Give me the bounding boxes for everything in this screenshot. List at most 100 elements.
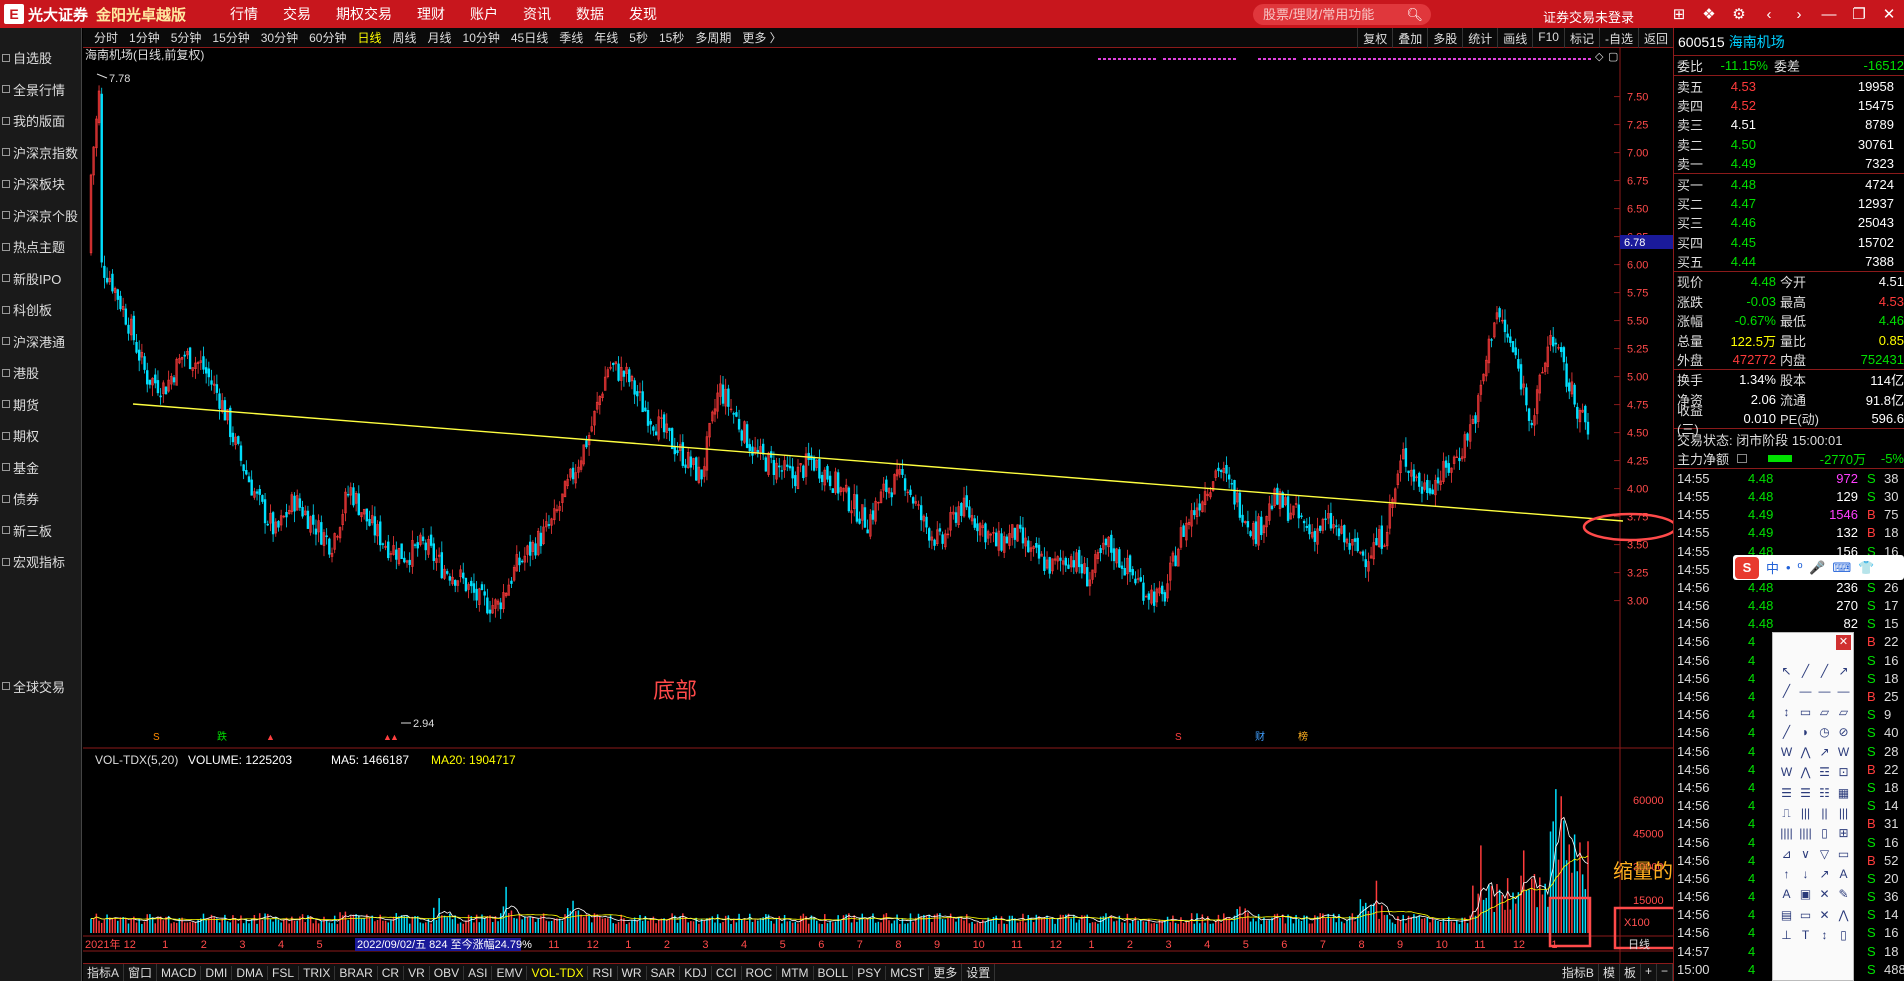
indicator-tab[interactable]: MACD — [157, 965, 202, 980]
indicator-tab[interactable]: PSY — [853, 965, 887, 980]
nav-item-watchlist[interactable]: 自选股 — [0, 42, 81, 74]
drawing-tool-icon[interactable]: ▯ — [1815, 823, 1834, 843]
ime-voice-icon[interactable]: 🎤 — [1809, 560, 1825, 576]
indicator-right-tab[interactable]: 板 — [1620, 964, 1641, 981]
drawing-tool-icon[interactable]: ⊿ — [1777, 844, 1796, 864]
tool-remove-watch-button[interactable]: -自选 — [1598, 28, 1638, 48]
indicator-right-tab[interactable]: − — [1657, 964, 1673, 981]
nav-item-panorama[interactable]: 全景行情 — [0, 74, 81, 106]
menu-wealth[interactable]: 理财 — [417, 4, 445, 24]
drawing-tool-icon[interactable]: ∨ — [1796, 844, 1815, 864]
drawing-tool-icon[interactable]: ▽ — [1815, 844, 1834, 864]
nav-item-global[interactable]: 全球交易 — [0, 671, 81, 703]
drawing-tool-icon[interactable]: || — [1815, 803, 1834, 823]
login-status[interactable]: 证券交易未登录 — [1543, 7, 1634, 26]
gear-icon[interactable]: ⚙ — [1724, 5, 1754, 23]
menu-options-trade[interactable]: 期权交易 — [336, 4, 392, 24]
indicator-tab[interactable]: MTM — [777, 965, 814, 980]
drawing-tool-icon[interactable]: ⋀ — [1796, 762, 1815, 782]
drawing-tool-icon[interactable]: ↕ — [1777, 702, 1796, 722]
drawing-tool-icon[interactable]: ▱ — [1815, 702, 1834, 722]
grid-icon[interactable]: ⊞ — [1664, 5, 1694, 23]
indicator-tab[interactable]: 窗口 — [124, 964, 158, 981]
drawing-tool-icon[interactable]: ☰ — [1777, 783, 1796, 803]
drawing-tool-icon[interactable]: ⊘ — [1834, 722, 1853, 742]
drawing-tool-icon[interactable]: ◗ — [1796, 722, 1815, 742]
drawing-tool-icon[interactable]: W — [1777, 742, 1796, 762]
drawing-tool-icon[interactable]: ||| — [1796, 803, 1815, 823]
order-level-row[interactable]: 买五 4.44 7388 — [1674, 252, 1904, 271]
ime-toolbar[interactable]: S 中 • º 🎤 ⌨ 👕 — [1733, 555, 1904, 580]
menu-data[interactable]: 数据 — [576, 4, 604, 24]
menu-discover[interactable]: 发现 — [629, 4, 657, 24]
period-tab[interactable]: 15分钟 — [212, 29, 249, 46]
order-level-row[interactable]: 买一 4.48 4724 — [1674, 174, 1904, 193]
indicator-right-tab[interactable]: 指标B — [1558, 964, 1599, 981]
indicator-tab[interactable]: SAR — [647, 965, 681, 980]
nav-item-sectors[interactable]: 沪深板块 — [0, 168, 81, 200]
drawing-tool-icon[interactable]: ✎ — [1834, 884, 1853, 904]
drawing-tool-icon[interactable]: ▱ — [1834, 702, 1853, 722]
order-level-row[interactable]: 买三 4.46 25043 — [1674, 213, 1904, 232]
period-tab[interactable]: 15秒 — [659, 29, 684, 46]
indicator-tab[interactable]: OBV — [430, 965, 465, 980]
kline-chart[interactable]: 海南机场(日线,前复权) 7.507.257.006.756.506.256.0… — [83, 47, 1689, 963]
drawing-tool-icon[interactable]: ↓ — [1796, 864, 1815, 884]
period-tab[interactable]: 30分钟 — [261, 29, 298, 46]
tool-stats-button[interactable]: 统计 — [1462, 28, 1497, 48]
indicator-tab[interactable]: 更多 — [929, 964, 963, 981]
ime-keyboard-icon[interactable]: ⌨ — [1833, 560, 1852, 576]
period-tab[interactable]: 季线 — [559, 29, 583, 46]
ime-punct-icon[interactable]: • — [1786, 560, 1791, 575]
nav-item-macro[interactable]: 宏观指标 — [0, 546, 81, 578]
period-tab[interactable]: 周线 — [392, 29, 416, 46]
drawing-tool-icon[interactable]: ☰ — [1796, 783, 1815, 803]
drawing-tool-icon[interactable]: ▦ — [1834, 783, 1853, 803]
ime-symbol-icon[interactable]: º — [1798, 560, 1803, 575]
nav-item-connect[interactable]: 沪深港通 — [0, 326, 81, 358]
indicator-tab[interactable]: RSI — [588, 965, 618, 980]
drawing-tool-icon[interactable]: ▤ — [1777, 905, 1796, 925]
close-icon[interactable]: ✕ — [1836, 635, 1851, 650]
drawing-tool-icon[interactable]: |||| — [1796, 823, 1815, 843]
drawing-tool-icon[interactable]: ☷ — [1815, 783, 1834, 803]
indicator-tab[interactable]: FSL — [268, 965, 300, 980]
search-input[interactable]: 股票/理财/常用功能 🔍︎ — [1253, 4, 1431, 25]
drawing-tool-icon[interactable]: ╱ — [1777, 681, 1796, 701]
indicator-right-tab[interactable]: 模 — [1599, 964, 1620, 981]
drawing-tool-icon[interactable]: A — [1777, 884, 1796, 904]
order-level-row[interactable]: 卖三 4.51 8789 — [1674, 115, 1904, 134]
order-level-row[interactable]: 买二 4.47 12937 — [1674, 194, 1904, 213]
drawing-tool-icon[interactable]: ⊥ — [1777, 925, 1796, 945]
drawing-tool-icon[interactable]: ▯ — [1834, 925, 1853, 945]
indicator-tab[interactable]: 指标A — [83, 964, 125, 981]
drawing-tool-icon[interactable]: ✕ — [1815, 905, 1834, 925]
nav-item-funds[interactable]: 基金 — [0, 452, 81, 484]
nav-item-hot-topics[interactable]: 热点主题 — [0, 231, 81, 263]
tool-draw-button[interactable]: 画线 — [1497, 28, 1532, 48]
drawing-tool-icon[interactable]: W — [1777, 762, 1796, 782]
nav-item-my-layout[interactable]: 我的版面 — [0, 105, 81, 137]
drawing-tool-icon[interactable]: |||| — [1777, 823, 1796, 843]
drawing-tool-icon[interactable]: ╱ — [1777, 722, 1796, 742]
indicator-tab[interactable]: DMI — [201, 965, 233, 980]
nav-item-hk[interactable]: 港股 — [0, 357, 81, 389]
drawing-tool-icon[interactable]: ↕ — [1815, 925, 1834, 945]
tool-overlay-button[interactable]: 叠加 — [1392, 28, 1427, 48]
tool-mark-button[interactable]: 标记 — [1563, 28, 1599, 48]
drawing-tool-icon[interactable]: ▭ — [1796, 905, 1815, 925]
drawing-tool-icon[interactable]: ▭ — [1834, 844, 1853, 864]
search-icon[interactable]: 🔍︎ — [1406, 4, 1423, 25]
menu-news[interactable]: 资讯 — [523, 4, 551, 24]
tool-adjust-button[interactable]: 复权 — [1357, 28, 1392, 48]
nav-item-neeq[interactable]: 新三板 — [0, 515, 81, 547]
period-tab[interactable]: 45日线 — [511, 29, 548, 46]
indicator-tab[interactable]: BRAR — [335, 965, 378, 980]
menu-quotes[interactable]: 行情 — [230, 4, 258, 24]
logo-icon[interactable]: ❖ — [1694, 5, 1724, 23]
indicator-tab[interactable]: CCI — [712, 965, 742, 980]
nav-item-options[interactable]: 期权 — [0, 420, 81, 452]
back-icon[interactable]: ‹ — [1754, 6, 1784, 23]
period-tab[interactable]: 年线 — [594, 29, 618, 46]
order-level-row[interactable]: 卖二 4.50 30761 — [1674, 135, 1904, 154]
